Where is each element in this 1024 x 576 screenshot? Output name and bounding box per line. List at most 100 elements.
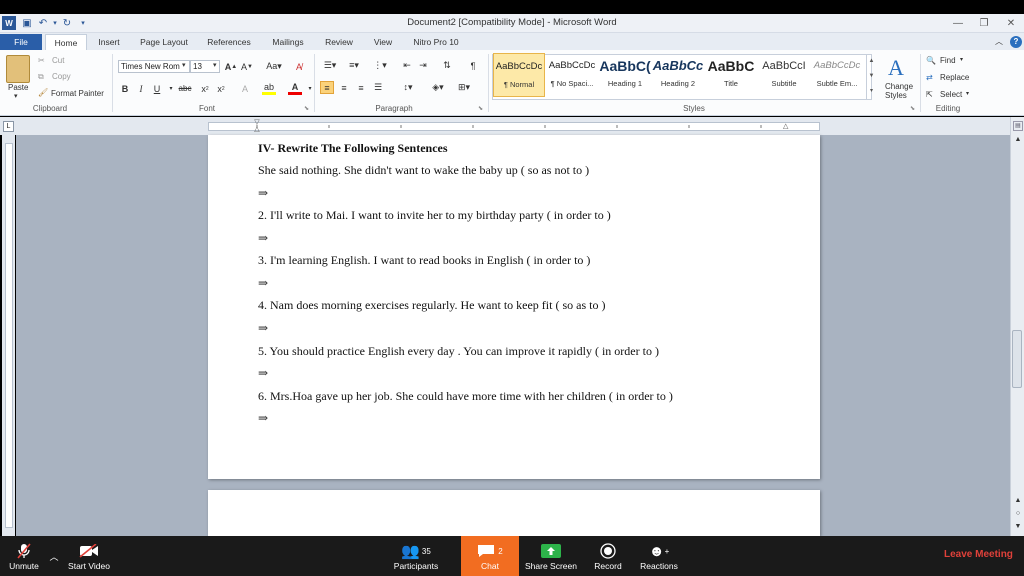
scroll-up-icon[interactable]: ▲ [1013, 135, 1023, 145]
vertical-ruler [2, 135, 15, 536]
style-name: Heading 2 [660, 79, 696, 88]
scrollbar-thumb[interactable] [1012, 330, 1022, 388]
increase-indent-icon[interactable]: ⇥ [416, 59, 430, 72]
paragraph-dialog-launcher-icon[interactable]: ⬊ [478, 105, 483, 112]
vertical-scrollbar[interactable]: ▤ ▲ ▲ ○ ▼ [1010, 117, 1024, 536]
bullets-icon[interactable]: ☰▾ [320, 59, 340, 72]
strikethrough-icon[interactable]: abc [178, 82, 192, 95]
tab-page-layout[interactable]: Page Layout [136, 34, 192, 50]
decrease-indent-icon[interactable]: ⇤ [400, 59, 414, 72]
select-dropdown-icon[interactable]: ▾ [966, 90, 969, 97]
style-subtitle[interactable]: AaBbCcI Subtitle [758, 53, 810, 97]
previous-page-icon[interactable]: ▲ [1013, 496, 1023, 506]
next-page-icon[interactable]: ▼ [1013, 522, 1023, 532]
paste-dropdown-icon[interactable]: ▾ [14, 92, 18, 100]
change-styles-icon[interactable]: A [888, 55, 904, 81]
font-name-box[interactable]: Times New Rom [118, 60, 190, 73]
shading-icon[interactable]: ◈▾ [428, 81, 448, 94]
change-styles-label-2[interactable]: Styles [885, 91, 907, 100]
participants-button[interactable]: 👥 35 Participants [390, 536, 442, 576]
ruler-toggle-icon[interactable]: ▤ [1013, 121, 1023, 131]
style-preview: AaBbC [707, 58, 755, 74]
find-dropdown-icon[interactable]: ▾ [960, 56, 963, 63]
style-normal[interactable]: AaBbCcDc ¶ Normal [493, 53, 545, 97]
show-paragraph-marks-icon[interactable]: ¶ [466, 59, 480, 72]
font-dialog-launcher-icon[interactable]: ⬊ [304, 105, 309, 112]
audio-options-chevron-icon[interactable]: ︿ [48, 536, 60, 576]
tab-home[interactable]: Home [45, 34, 87, 50]
reactions-label: Reactions [640, 561, 678, 571]
document-page-next[interactable] [208, 490, 820, 536]
leave-meeting-button[interactable]: Leave Meeting [944, 549, 1013, 560]
numbering-icon[interactable]: ≡▾ [344, 59, 364, 72]
align-right-icon[interactable]: ≡ [354, 81, 368, 94]
format-painter-button[interactable]: Format Painter [51, 89, 104, 98]
unmute-button[interactable]: Unmute [4, 536, 44, 576]
underline-icon[interactable]: U [150, 82, 164, 95]
styles-dialog-launcher-icon[interactable]: ⬊ [910, 105, 915, 112]
bold-icon[interactable]: B [118, 82, 132, 95]
reactions-button[interactable]: ☻ + Reactions [636, 536, 682, 576]
horizontal-ruler[interactable]: ▽ △ △ [208, 119, 820, 134]
close-icon[interactable]: ✕ [998, 15, 1024, 31]
line-spacing-icon[interactable]: ↕▾ [398, 81, 418, 94]
superscript-icon[interactable]: x2 [214, 82, 228, 95]
meeting-toolbar: Unmute ︿ Start Video 👥 35 Participants 2 … [0, 536, 1024, 576]
grow-font-icon[interactable]: A ▲ [224, 60, 238, 73]
vertical-ruler-track[interactable] [5, 143, 13, 528]
text-effects-icon[interactable]: A [238, 82, 252, 95]
font-size-dropdown-icon[interactable]: ▾ [213, 61, 217, 69]
style-heading-2[interactable]: AaBbCc Heading 2 [652, 53, 704, 97]
style-preview: AaBbCcI [762, 60, 806, 72]
change-case-icon[interactable]: Aa▾ [264, 60, 284, 73]
font-color-icon[interactable]: A [288, 82, 302, 95]
tab-nitro-pro[interactable]: Nitro Pro 10 [408, 34, 464, 50]
paste-button[interactable]: Paste [8, 83, 28, 92]
minimize-ribbon-icon[interactable]: ︿ [992, 34, 1006, 50]
minimize-icon[interactable]: — [945, 15, 971, 31]
tab-review[interactable]: Review [320, 34, 358, 50]
change-styles-label[interactable]: Change [885, 82, 913, 91]
sort-icon[interactable]: ⇅ [440, 59, 454, 72]
justify-icon[interactable]: ☰ [371, 81, 385, 94]
style-no-spacing[interactable]: AaBbCcDc ¶ No Spaci... [546, 53, 598, 97]
cut-button[interactable]: Cut [52, 56, 64, 65]
highlight-color-icon[interactable]: ab [262, 82, 276, 95]
copy-button[interactable]: Copy [52, 72, 71, 81]
tab-mailings[interactable]: Mailings [266, 34, 310, 50]
find-button[interactable]: Find [940, 56, 956, 65]
italic-icon[interactable]: I [134, 82, 148, 95]
start-video-label: Start Video [68, 561, 110, 571]
style-preview: AaBbCcDc [495, 61, 543, 72]
clear-formatting-icon[interactable]: A̸ [292, 60, 306, 73]
style-title[interactable]: AaBbC Title [705, 53, 757, 97]
record-button[interactable]: Record [588, 536, 628, 576]
font-name-dropdown-icon[interactable]: ▾ [182, 61, 186, 69]
tab-view[interactable]: View [368, 34, 398, 50]
tab-references[interactable]: References [203, 34, 255, 50]
select-browse-object-icon[interactable]: ○ [1013, 509, 1023, 519]
share-screen-button[interactable]: Share Screen [522, 536, 580, 576]
restore-icon[interactable]: ❐ [971, 15, 997, 31]
indent-marker-icon[interactable]: ▽ △ [253, 119, 261, 134]
underline-dropdown-icon[interactable]: ▾ [164, 82, 178, 95]
style-subtle-emphasis[interactable]: AaBbCcDc Subtle Em... [811, 53, 863, 97]
multilevel-list-icon[interactable]: ⋮▾ [370, 59, 390, 72]
right-indent-marker-icon[interactable]: △ [783, 123, 791, 130]
align-left-icon[interactable]: ≡ [320, 81, 334, 94]
replace-button[interactable]: Replace [940, 73, 969, 82]
tab-insert[interactable]: Insert [92, 34, 126, 50]
align-center-icon[interactable]: ≡ [337, 81, 351, 94]
tab-selector-icon[interactable]: L [3, 121, 14, 132]
chat-button[interactable]: 2 Chat [461, 536, 519, 576]
borders-icon[interactable]: ⊞▾ [454, 81, 474, 94]
start-video-button[interactable]: Start Video [64, 536, 114, 576]
tab-file[interactable]: File [0, 34, 42, 50]
style-heading-1[interactable]: AaBbC( Heading 1 [599, 53, 651, 97]
select-button[interactable]: Select [940, 90, 962, 99]
help-icon[interactable]: ? [1010, 36, 1022, 48]
shrink-font-icon[interactable]: A ▼ [240, 60, 254, 73]
paste-icon[interactable] [6, 55, 30, 83]
subscript-icon[interactable]: x2 [198, 82, 212, 95]
styles-scroll-icon[interactable]: ▲ ▼ ▾ [866, 54, 876, 100]
